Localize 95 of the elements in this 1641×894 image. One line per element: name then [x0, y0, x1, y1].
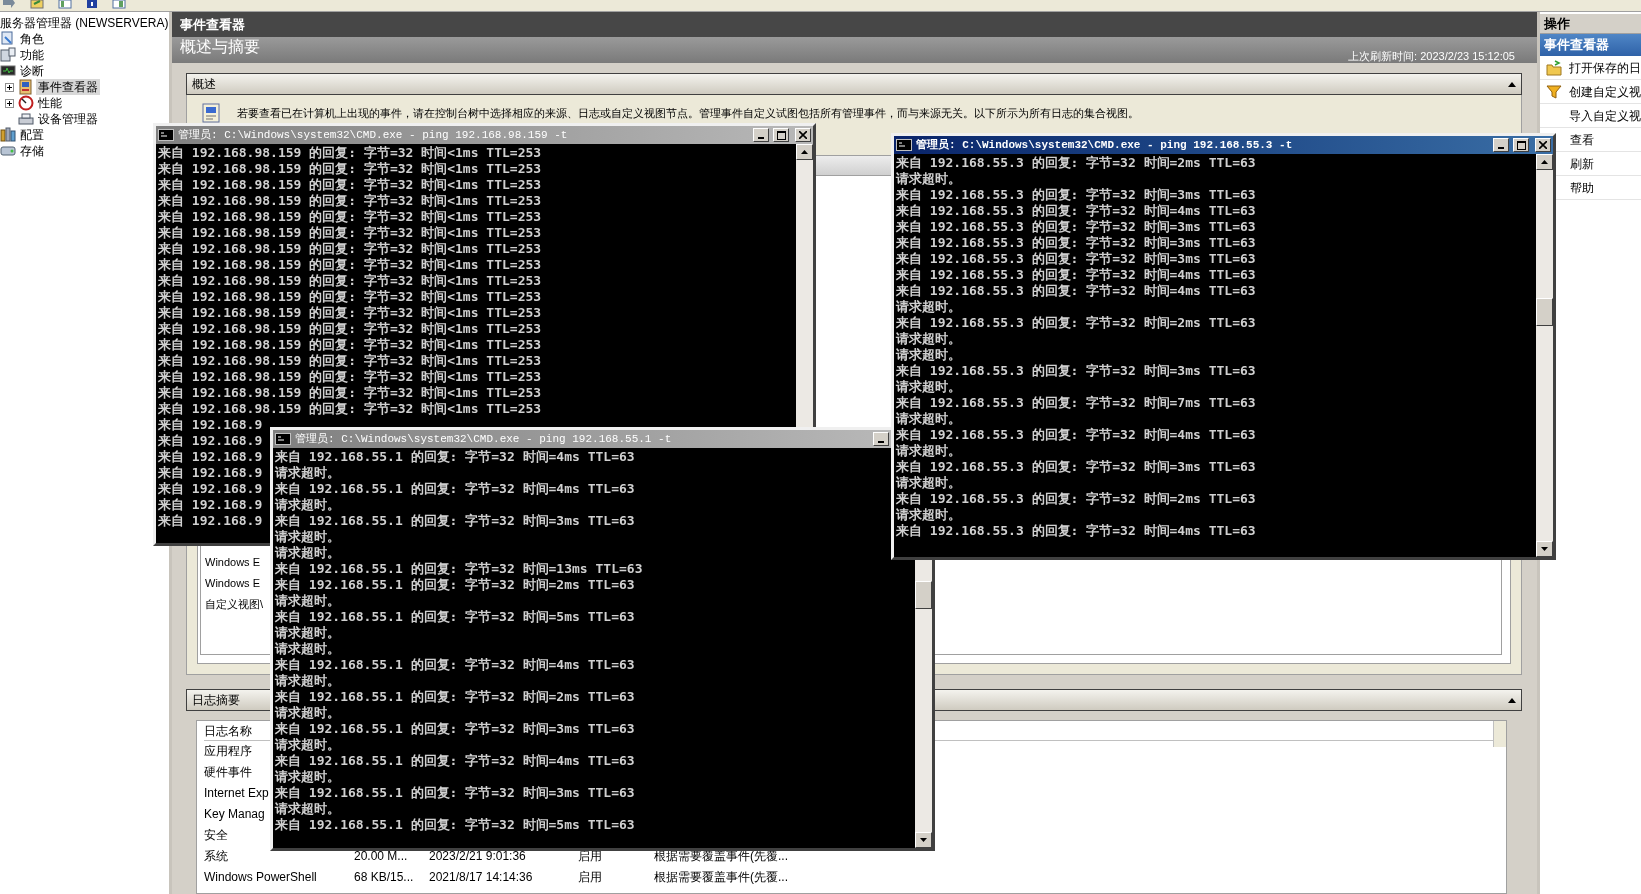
console-line: 请求超时。 [275, 705, 340, 721]
console-line: 请求超时。 [896, 443, 961, 459]
console-line: 来自 192.168.55.1 的回复: 字节=32 时间=3ms TTL=63 [275, 721, 635, 737]
console-line: 请求超时。 [896, 507, 961, 523]
console-line: 来自 192.168.98.159 的回复: 字节=32 时间<1ms TTL=253 [158, 385, 542, 401]
console-line: 来自 192.168.55.1 的回复: 字节=32 时间=4ms TTL=63 [275, 657, 635, 673]
console-line: 请求超时。 [896, 379, 961, 395]
console-line: 来自 192.168.9 [158, 497, 263, 513]
console-line: 来自 192.168.55.1 的回复: 字节=32 时间=4ms TTL=63 [275, 753, 635, 769]
console-line: 来自 192.168.98.159 的回复: 字节=32 时间<1ms TTL=253 [158, 161, 542, 177]
console-line: 来自 192.168.55.3 的回复: 字节=32 时间=4ms TTL=63 [896, 427, 1256, 443]
console-line: 来自 192.168.55.1 的回复: 字节=32 时间=2ms TTL=63 [275, 577, 635, 593]
console-line: 请求超时。 [275, 593, 340, 609]
console-line: 来自 192.168.98.159 的回复: 字节=32 时间<1ms TTL=253 [158, 193, 542, 209]
console-line: 来自 192.168.55.3 的回复: 字节=32 时间=3ms TTL=63 [896, 459, 1256, 475]
console-line: 来自 192.168.55.1 的回复: 字节=32 时间=3ms TTL=63 [275, 785, 635, 801]
console-line: 请求超时。 [275, 465, 340, 481]
console-line: 来自 192.168.98.159 的回复: 字节=32 时间<1ms TTL=253 [158, 225, 542, 241]
console-line: 来自 192.168.98.159 的回复: 字节=32 时间<1ms TTL=253 [158, 305, 542, 321]
console-line: 来自 192.168.98.159 的回复: 字节=32 时间<1ms TTL=253 [158, 209, 542, 225]
window-title: 管理员: C:\Windows\system32\CMD.exe - ping 192.168.98.159 -t [178, 127, 569, 143]
console-line: 来自 192.168.9 [158, 433, 263, 449]
console-line: 请求超时。 [275, 801, 340, 817]
console-line: 来自 192.168.55.1 的回复: 字节=32 时间=4ms TTL=63 [275, 481, 635, 497]
table-cell-text: 启用 [578, 869, 602, 886]
console-line: 来自 192.168.55.1 的回复: 字节=32 时间=3ms TTL=63 [275, 513, 635, 529]
refresh-time: 上次刷新时间: 2023/2/23 15:12:05 [1348, 49, 1515, 63]
actions-title: 操作 [1540, 14, 1641, 34]
console-line: 请求超时。 [275, 625, 340, 641]
summary-title: 概述与摘要 [180, 37, 260, 57]
console-line: 来自 192.168.9 [158, 449, 263, 465]
console-line: 来自 192.168.55.3 的回复: 字节=32 时间=4ms TTL=63 [896, 283, 1256, 299]
table-cell-text: 2021/8/17 14:14:36 [429, 869, 533, 886]
table-cell-text: 68 KB/15... [354, 869, 414, 886]
console-line: 请求超时。 [896, 347, 961, 363]
console-line: 来自 192.168.98.159 的回复: 字节=32 时间<1ms TTL=253 [158, 401, 542, 417]
overview-description: 若要查看已在计算机上出现的事件，请在控制台树中选择相应的来源、日志或自定义视图节点。管理事件自定义试图包括所有管理事件，而与来源无关。以下所示为所有日志的集合视图。 [237, 105, 1139, 121]
console-line: 来自 192.168.55.3 的回复: 字节=32 时间=3ms TTL=63 [896, 219, 1256, 235]
table-cell-text: Windows PowerShell [204, 869, 317, 886]
console-line: 请求超时。 [896, 299, 961, 315]
table-cell-text: 硬件事件 [204, 764, 252, 781]
console-line: 来自 192.168.98.159 的回复: 字节=32 时间<1ms TTL=253 [158, 145, 542, 161]
console-line: 请求超时。 [275, 497, 340, 513]
console-line: 来自 192.168.98.159 的回复: 字节=32 时间<1ms TTL=253 [158, 177, 542, 193]
section-title: 概述 [192, 76, 216, 93]
pane-title: 事件查看器 [172, 12, 1537, 37]
console-line: 来自 192.168.98.159 的回复: 字节=32 时间<1ms TTL=253 [158, 273, 542, 289]
table-cell-text: 2023/2/21 9:01:36 [429, 848, 526, 865]
console-line: 来自 192.168.98.159 的回复: 字节=32 时间<1ms TTL=253 [158, 321, 542, 337]
window-title: 管理员: C:\Windows\system32\CMD.exe - ping 192.168.55.1 -t [295, 431, 673, 447]
console-line: 来自 192.168.9 [158, 481, 263, 497]
console-line: 来自 192.168.55.3 的回复: 字节=32 时间=3ms TTL=63 [896, 187, 1256, 203]
console-line: 请求超时。 [896, 331, 961, 347]
console-line: 请求超时。 [275, 769, 340, 785]
window-title: 管理员: C:\Windows\system32\CMD.exe - ping 192.168.55.3 -t [916, 137, 1294, 153]
table-cell-text: 应用程序 [204, 743, 252, 760]
console-line: 来自 192.168.98.159 的回复: 字节=32 时间<1ms TTL=253 [158, 257, 542, 273]
table-cell-text: Internet Exp [204, 785, 269, 802]
table-cell-text: Key Manag [204, 806, 265, 823]
console-line: 来自 192.168.55.3 的回复: 字节=32 时间=2ms TTL=63 [896, 315, 1256, 331]
console-line: 来自 192.168.55.3 的回复: 字节=32 时间=7ms TTL=63 [896, 395, 1256, 411]
console-line: 来自 192.168.98.159 的回复: 字节=32 时间<1ms TTL=253 [158, 289, 542, 305]
table-cell-text: 安全 [204, 827, 228, 844]
console-line: 来自 192.168.55.3 的回复: 字节=32 时间=3ms TTL=63 [896, 235, 1256, 251]
console-line: 请求超时。 [275, 641, 340, 657]
console-line: 来自 192.168.55.3 的回复: 字节=32 时间=3ms TTL=63 [896, 251, 1256, 267]
console-line: 请求超时。 [275, 529, 340, 545]
console-line: 来自 192.168.9 [158, 513, 263, 529]
console-line: 来自 192.168.55.1 的回复: 字节=32 时间=5ms TTL=63 [275, 817, 635, 833]
console-line: 来自 192.168.9 [158, 465, 263, 481]
console-line: 来自 192.168.55.3 的回复: 字节=32 时间=4ms TTL=63 [896, 203, 1256, 219]
console-line: 请求超时。 [896, 475, 961, 491]
table-cell-text: 系统 [204, 848, 228, 865]
console-line: 请求超时。 [275, 673, 340, 689]
console-line: 来自 192.168.55.3 的回复: 字节=32 时间=4ms TTL=63 [896, 267, 1256, 283]
console-line: 来自 192.168.55.1 的回复: 字节=32 时间=4ms TTL=63 [275, 449, 635, 465]
console-line: 来自 192.168.55.1 的回复: 字节=32 时间=13ms TTL=63 [275, 561, 643, 577]
table-cell-text: 根据需要覆盖事件(先覆... [654, 869, 788, 886]
console-line: 来自 192.168.98.159 的回复: 字节=32 时间<1ms TTL=253 [158, 353, 542, 369]
table-cell-text: 20.00 M... [354, 848, 408, 865]
console-line: 请求超时。 [275, 545, 340, 561]
console-line: 请求超时。 [896, 171, 961, 187]
console-line: 请求超时。 [275, 737, 340, 753]
console-line: 来自 192.168.55.3 的回复: 字节=32 时间=2ms TTL=63 [896, 491, 1256, 507]
console-line: 来自 192.168.55.3 的回复: 字节=32 时间=3ms TTL=63 [896, 363, 1256, 379]
console-line: 来自 192.168.55.1 的回复: 字节=32 时间=5ms TTL=63 [275, 609, 635, 625]
console-line: 来自 192.168.98.159 的回复: 字节=32 时间<1ms TTL=253 [158, 369, 542, 385]
section-title: 日志摘要 [192, 692, 240, 709]
console-line: 来自 192.168.55.3 的回复: 字节=32 时间=4ms TTL=63 [896, 523, 1256, 539]
console-line: 来自 192.168.55.1 的回复: 字节=32 时间=2ms TTL=63 [275, 689, 635, 705]
console-line: 来自 192.168.9 [158, 417, 263, 433]
console-line: 请求超时。 [896, 411, 961, 427]
console-line: 来自 192.168.98.159 的回复: 字节=32 时间<1ms TTL=253 [158, 241, 542, 257]
console-line: 来自 192.168.55.3 的回复: 字节=32 时间=2ms TTL=63 [896, 155, 1256, 171]
console-line: 来自 192.168.98.159 的回复: 字节=32 时间<1ms TTL=253 [158, 337, 542, 353]
